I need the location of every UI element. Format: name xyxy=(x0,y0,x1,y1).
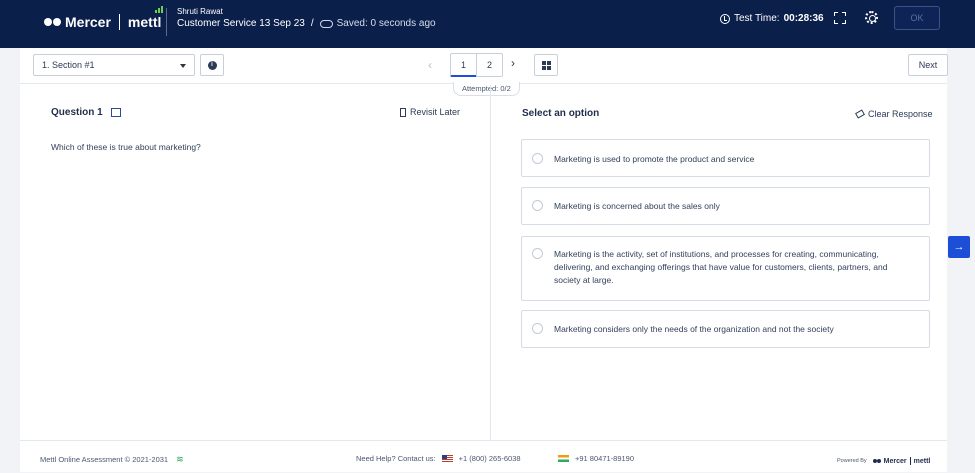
option-1[interactable]: Marketing is used to promote the product… xyxy=(521,139,930,177)
chevron-down-icon xyxy=(180,64,186,68)
gear-icon[interactable] xyxy=(865,11,878,24)
grid-icon[interactable] xyxy=(534,54,558,76)
fullscreen-icon[interactable] xyxy=(834,12,846,24)
candidate-name: Shruti Rawat xyxy=(177,7,223,16)
bookmark-icon xyxy=(400,107,406,117)
mercer-logo-icon xyxy=(44,18,61,26)
info-icon: i xyxy=(207,60,217,70)
help-contact-india: +91 80471-89190 xyxy=(558,454,634,463)
option-radio[interactable] xyxy=(532,200,543,211)
assessment-panel: 1. Section #1 i ‹ 1 2 › Attempted: 0/2 N… xyxy=(20,48,948,472)
options-pane: Select an option Clear Response Marketin… xyxy=(492,85,947,440)
question-title: Question 1 xyxy=(51,107,121,118)
mettl-bars-icon xyxy=(155,6,164,13)
ok-button[interactable]: OK xyxy=(894,6,940,30)
us-flag-icon xyxy=(441,455,453,462)
mercer-logo-icon xyxy=(872,458,881,465)
flag-icon[interactable] xyxy=(110,108,121,117)
option-3[interactable]: Marketing is the activity, set of instit… xyxy=(521,236,930,301)
copyright: Mettl Online Assessment © 2021-2031 ≋ xyxy=(40,454,184,464)
page-footer: Mettl Online Assessment © 2021-2031 ≋ Ne… xyxy=(20,440,947,472)
select-option-label: Select an option xyxy=(522,108,600,119)
page-button-1[interactable]: 1 xyxy=(450,53,477,77)
test-time-value: 00:28:36 xyxy=(783,13,824,24)
revisit-later-button[interactable]: Revisit Later xyxy=(400,107,460,117)
top-header: Mercer mettl Shruti Rawat Customer Servi… xyxy=(0,0,975,48)
option-4[interactable]: Marketing considers only the needs of th… xyxy=(521,310,930,348)
option-radio[interactable] xyxy=(532,248,543,259)
test-name: Customer Service 13 Sep 23 xyxy=(177,18,305,29)
powered-by: Powered By Mercer mettl xyxy=(837,457,931,465)
page-button-2[interactable]: 2 xyxy=(476,53,503,77)
clear-response-button[interactable]: Clear Response xyxy=(855,109,933,119)
section-info-button[interactable]: i xyxy=(200,54,224,76)
phone-us[interactable]: +1 (800) 265-6038 xyxy=(459,454,521,463)
test-title-row: Customer Service 13 Sep 23 / Saved: 0 se… xyxy=(177,18,436,29)
option-2[interactable]: Marketing is concerned about the sales o… xyxy=(521,187,930,225)
brand-logo: Mercer mettl xyxy=(44,6,164,32)
phone-india[interactable]: +91 80471-89190 xyxy=(575,454,634,463)
prev-page-icon[interactable]: ‹ xyxy=(428,58,432,72)
mercer-logo: Mercer xyxy=(44,14,111,30)
section-dropdown[interactable]: 1. Section #1 xyxy=(33,54,195,76)
mettl-logo: mettl xyxy=(128,6,164,30)
title-separator: / xyxy=(310,18,314,29)
saved-status: Saved: 0 seconds ago xyxy=(319,18,436,29)
next-button[interactable]: Next xyxy=(908,54,948,76)
cloud-icon xyxy=(319,19,333,28)
wifi-icon: ≋ xyxy=(176,454,184,464)
next-page-icon[interactable]: › xyxy=(511,56,515,70)
help-contact-us: Need Help? Contact us: +1 (800) 265-6038 xyxy=(356,454,521,463)
powered-by-logo: Mercer mettl xyxy=(872,457,930,465)
india-flag-icon xyxy=(558,455,569,462)
eraser-icon xyxy=(855,109,865,119)
test-timer: Test Time: 00:28:36 xyxy=(720,13,824,24)
clock-icon xyxy=(720,13,730,24)
option-radio[interactable] xyxy=(532,323,543,334)
question-text: Which of these is true about marketing? xyxy=(51,142,201,152)
option-radio[interactable] xyxy=(532,153,543,164)
question-toolbar: 1. Section #1 i ‹ 1 2 › Attempted: 0/2 N… xyxy=(20,48,948,96)
question-pane: Question 1 Revisit Later Which of these … xyxy=(20,85,491,440)
arrow-right-icon[interactable]: → xyxy=(948,236,970,258)
